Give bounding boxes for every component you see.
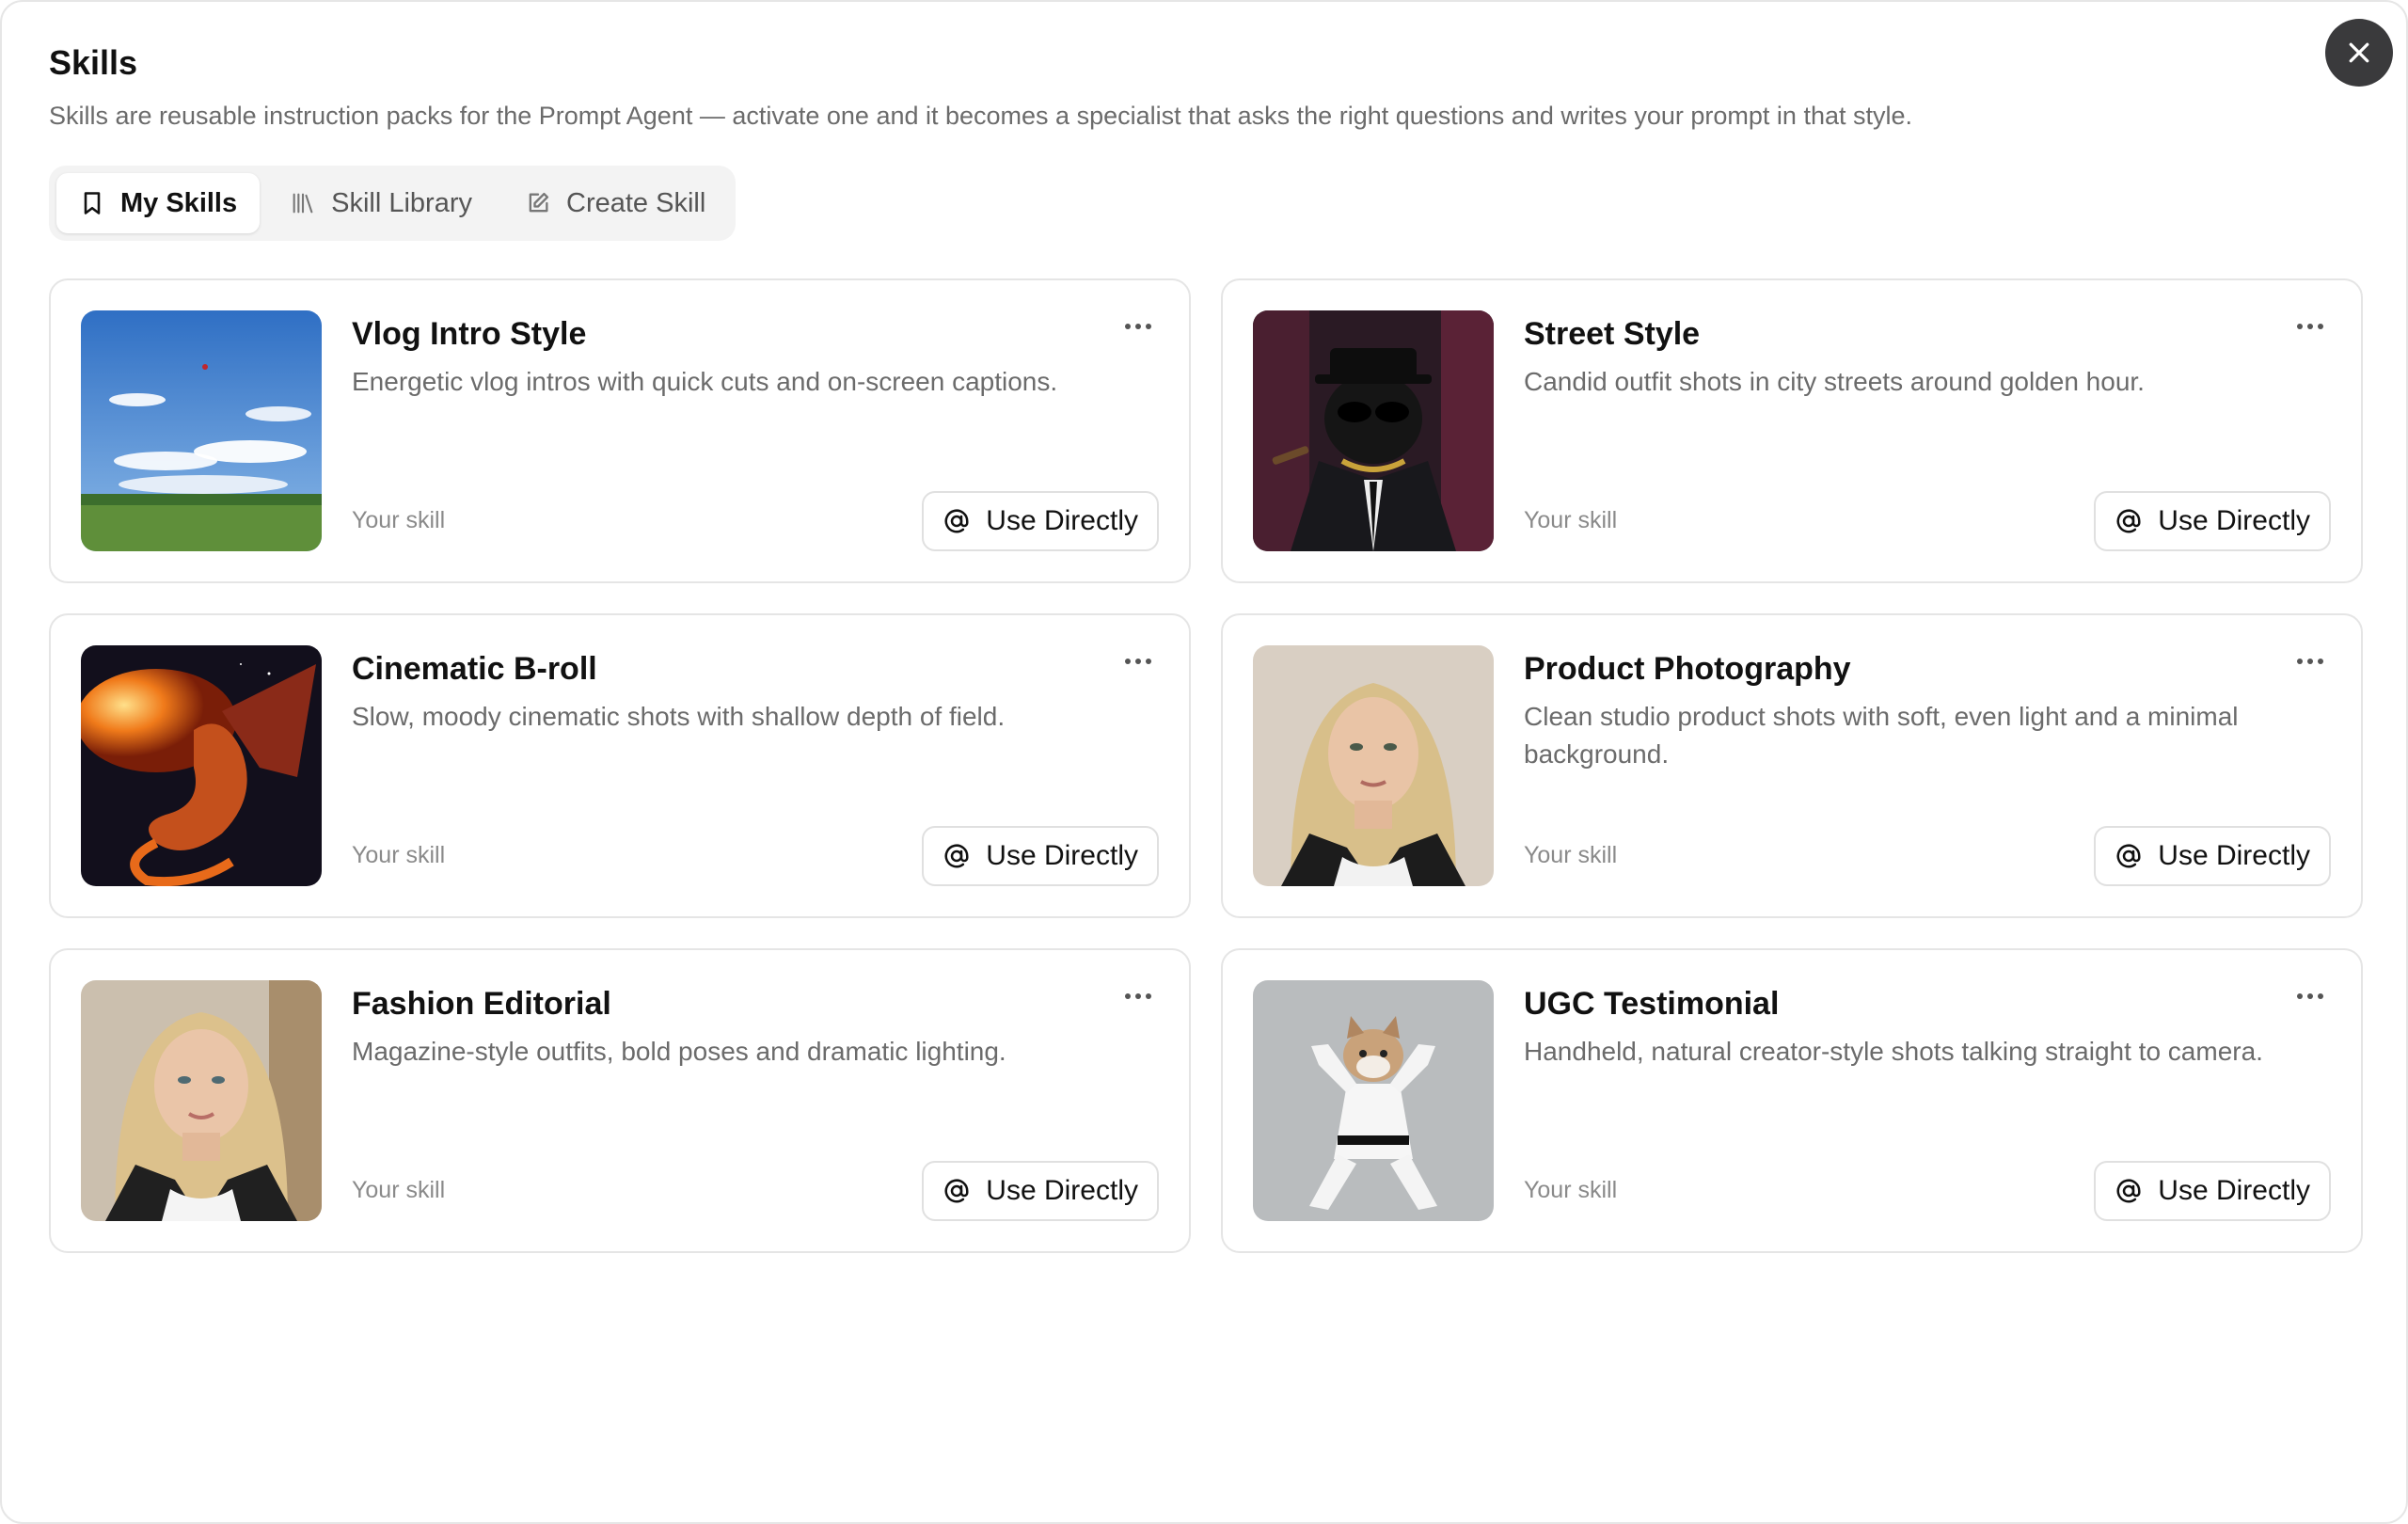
skill-owner-label: Your skill xyxy=(352,842,446,868)
more-options-button[interactable] xyxy=(1117,312,1159,341)
cat-in-suit-image xyxy=(1253,310,1494,551)
use-directly-button[interactable]: Use Directly xyxy=(922,826,1159,886)
more-horizontal-icon xyxy=(2297,993,2323,999)
library-icon xyxy=(293,193,313,214)
bookmark-icon xyxy=(84,192,101,214)
at-sign-icon xyxy=(2116,1179,2141,1203)
use-directly-label: Use Directly xyxy=(986,1175,1138,1206)
skill-card[interactable]: Product Photography Clean studio product… xyxy=(1221,613,2363,918)
karate-cat-image xyxy=(1253,980,1494,1221)
skill-thumbnail xyxy=(1253,645,1494,886)
use-directly-label: Use Directly xyxy=(986,840,1138,871)
use-directly-button[interactable]: Use Directly xyxy=(922,491,1159,551)
skill-card[interactable]: Vlog Intro Style Energetic vlog intros w… xyxy=(49,278,1191,583)
skill-owner-label: Your skill xyxy=(1524,507,1618,533)
use-directly-label: Use Directly xyxy=(2158,1175,2310,1206)
at-sign-icon xyxy=(944,844,969,868)
use-directly-label: Use Directly xyxy=(986,505,1138,536)
tab-label: My Skills xyxy=(120,187,238,218)
use-directly-button[interactable]: Use Directly xyxy=(922,1161,1159,1221)
modal-title: Skills xyxy=(49,43,138,82)
skill-thumbnail xyxy=(1253,980,1494,1221)
skill-thumbnail xyxy=(81,645,322,886)
at-sign-icon xyxy=(2116,509,2141,533)
skill-owner-label: Your skill xyxy=(352,507,446,533)
skill-card[interactable]: Cinematic B-roll Slow, moody cinematic s… xyxy=(49,613,1191,918)
skill-thumbnail xyxy=(81,980,322,1221)
skill-description: Magazine-style outfits, bold poses and d… xyxy=(352,1037,1006,1066)
use-directly-button[interactable]: Use Directly xyxy=(2094,491,2331,551)
more-options-button[interactable] xyxy=(2289,647,2331,675)
portrait-woman-image xyxy=(81,980,322,1221)
skill-thumbnail xyxy=(1253,310,1494,551)
tab-label: Create Skill xyxy=(566,187,706,218)
skill-thumbnail xyxy=(81,310,322,551)
skill-card[interactable]: UGC Testimonial Handheld, natural creato… xyxy=(1221,948,2363,1253)
skill-description: Handheld, natural creator-style shots ta… xyxy=(1524,1037,2263,1066)
skill-title: Cinematic B-roll xyxy=(352,651,597,687)
use-directly-label: Use Directly xyxy=(2158,505,2310,536)
tab-my-skills[interactable]: My Skills xyxy=(56,173,261,233)
skills-modal: Skills Skills are reusable instruction p… xyxy=(0,0,2408,1524)
skill-description: Slow, moody cinematic shots with shallow… xyxy=(352,702,1006,731)
close-button[interactable] xyxy=(2325,19,2393,87)
use-directly-label: Use Directly xyxy=(2158,840,2310,871)
skill-title: Vlog Intro Style xyxy=(352,316,587,352)
skill-owner-label: Your skill xyxy=(352,1177,446,1203)
at-sign-icon xyxy=(944,1179,969,1203)
modal-subtitle: Skills are reusable instruction packs fo… xyxy=(49,102,1912,130)
skill-owner-label: Your skill xyxy=(1524,1177,1618,1203)
tab-create-skill[interactable]: Create Skill xyxy=(502,173,728,233)
more-horizontal-icon xyxy=(1125,659,1151,664)
tab-label: Skill Library xyxy=(331,187,472,218)
skill-description: Candid outfit shots in city streets arou… xyxy=(1524,367,2145,396)
more-horizontal-icon xyxy=(1125,324,1151,329)
at-sign-icon xyxy=(2116,844,2141,868)
skill-title: Street Style xyxy=(1524,316,1701,352)
more-horizontal-icon xyxy=(2297,324,2323,329)
portrait-woman-image xyxy=(1253,645,1494,886)
use-directly-button[interactable]: Use Directly xyxy=(2094,1161,2331,1221)
skill-description: Clean studio product shots with soft, ev… xyxy=(1524,702,2239,769)
edit-icon xyxy=(529,192,549,213)
skill-title: Fashion Editorial xyxy=(352,986,611,1022)
skills-tab-bar: My Skills Skill Library Create Skill xyxy=(49,166,736,241)
more-options-button[interactable] xyxy=(1117,982,1159,1010)
more-horizontal-icon xyxy=(2297,659,2323,664)
more-options-button[interactable] xyxy=(2289,312,2331,341)
skill-card[interactable]: Fashion Editorial Magazine-style outfits… xyxy=(49,948,1191,1253)
more-options-button[interactable] xyxy=(2289,982,2331,1010)
skill-owner-label: Your skill xyxy=(1524,842,1618,868)
fire-dragon-image xyxy=(81,645,322,886)
skill-description: Energetic vlog intros with quick cuts an… xyxy=(352,367,1058,396)
skill-title: Product Photography xyxy=(1524,651,1851,687)
at-sign-icon xyxy=(944,509,969,533)
more-options-button[interactable] xyxy=(1117,647,1159,675)
close-icon xyxy=(2349,42,2369,63)
tab-skill-library[interactable]: Skill Library xyxy=(267,173,495,233)
sky-field-image xyxy=(81,310,322,551)
skill-card[interactable]: Street Style Candid outfit shots in city… xyxy=(1221,278,2363,583)
skill-title: UGC Testimonial xyxy=(1524,986,1780,1022)
use-directly-button[interactable]: Use Directly xyxy=(2094,826,2331,886)
more-horizontal-icon xyxy=(1125,993,1151,999)
